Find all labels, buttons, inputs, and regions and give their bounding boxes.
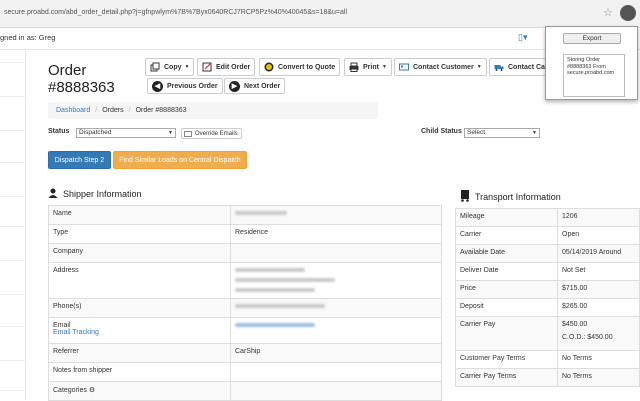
previous-order-button[interactable]: ◀ Previous Order: [147, 78, 223, 94]
child-status-label: Child Status: [421, 128, 462, 135]
copy-button[interactable]: Copy ▼: [145, 58, 195, 76]
table-row: Mileage 1206: [455, 208, 640, 227]
table-row: Company: [48, 243, 442, 263]
table-row: Deposit $265.00: [455, 298, 640, 317]
signed-in-text: gned in as: Greg: [0, 33, 56, 42]
email-icon: [184, 130, 192, 137]
contact-carrier-button[interactable]: Contact Ca: [489, 58, 549, 76]
table-row: Notes from shipper: [48, 362, 442, 382]
top-bar: gned in as: Greg ▯▾: [0, 28, 640, 50]
table-row: Carrier Pay $450.00 C.O.D.: $450.00: [455, 316, 640, 351]
extension-icon[interactable]: [620, 5, 636, 21]
status-select[interactable]: Dispatched ▼: [76, 128, 176, 138]
shipper-table: Name Type Residence Company Address Phone…: [48, 205, 442, 401]
url-text[interactable]: secure.proabd.com/abd_order_detail.php?j…: [4, 9, 347, 16]
table-row: Carrier Pay Terms No Terms: [455, 368, 640, 387]
email-tracking-link[interactable]: Email Tracking: [53, 329, 226, 336]
table-row: Type Residence: [48, 224, 442, 244]
truck-icon: [460, 190, 470, 204]
shipper-heading: Shipper Information: [48, 188, 142, 200]
bookmark-star-icon[interactable]: ☆: [603, 6, 613, 19]
table-row: Referrer CarShip: [48, 343, 442, 363]
table-row: Categories ⚙: [48, 381, 442, 401]
table-row: Price $715.00: [455, 280, 640, 299]
breadcrumb-current: Order #8888363: [135, 107, 187, 114]
table-row: Deliver Date Not Set: [455, 262, 640, 281]
extension-popup: Export Storing Order #8888363 From secur…: [545, 26, 638, 100]
copy-icon: [150, 62, 160, 72]
child-status-select[interactable]: Select ▼: [464, 128, 540, 138]
table-row: Carrier Open: [455, 226, 640, 245]
breadcrumb-orders[interactable]: Orders: [102, 107, 123, 114]
edit-order-button[interactable]: Edit Order: [197, 58, 256, 76]
transport-table: Mileage 1206 Carrier Open Available Date 05…: [455, 208, 640, 387]
breadcrumb: Dashboard / Orders / Order #8888363: [48, 102, 378, 119]
device-icon[interactable]: ▯▾: [518, 32, 527, 43]
find-similar-loads-button[interactable]: Find Similar Loads on Central Dispatch: [113, 151, 247, 169]
left-sidebar: [0, 50, 26, 400]
popup-message: Storing Order #8888363 From secure.proab…: [563, 54, 625, 97]
table-row: Customer Pay Terms No Terms: [455, 350, 640, 369]
print-button[interactable]: Print ▼: [344, 58, 392, 76]
dispatch-step-2-button[interactable]: Dispatch Step 2: [48, 151, 111, 169]
convert-to-quote-button[interactable]: Convert to Quote: [259, 58, 341, 76]
browser-url-bar: secure.proabd.com/abd_order_detail.php?j…: [0, 0, 640, 28]
transport-heading: Transport Information: [460, 190, 561, 204]
table-row: Phone(s): [48, 298, 442, 318]
printer-icon: [349, 62, 359, 72]
breadcrumb-dashboard[interactable]: Dashboard: [56, 107, 90, 114]
gear-icon[interactable]: ⚙: [89, 387, 95, 394]
status-label: Status: [48, 128, 70, 135]
table-row: Email Email Tracking: [48, 317, 442, 344]
edit-icon: [202, 62, 212, 72]
arrow-right-icon: ▶: [229, 80, 240, 92]
arrow-left-icon: ◀: [152, 80, 163, 92]
user-icon: [48, 188, 58, 200]
table-row: Address: [48, 262, 442, 299]
override-emails-button[interactable]: Override Emails: [181, 128, 242, 139]
contact-customer-button[interactable]: Contact Customer ▼: [394, 58, 487, 76]
export-button[interactable]: Export: [563, 33, 621, 44]
table-row: Available Date 05/14/2019 Around: [455, 244, 640, 263]
table-row: Name: [48, 205, 442, 225]
quote-icon: [264, 62, 274, 72]
truck-icon: [494, 62, 504, 72]
contact-card-icon: [399, 62, 409, 72]
next-order-button[interactable]: ▶ Next Order: [224, 78, 286, 94]
page-title: Order #8888363: [48, 62, 115, 96]
